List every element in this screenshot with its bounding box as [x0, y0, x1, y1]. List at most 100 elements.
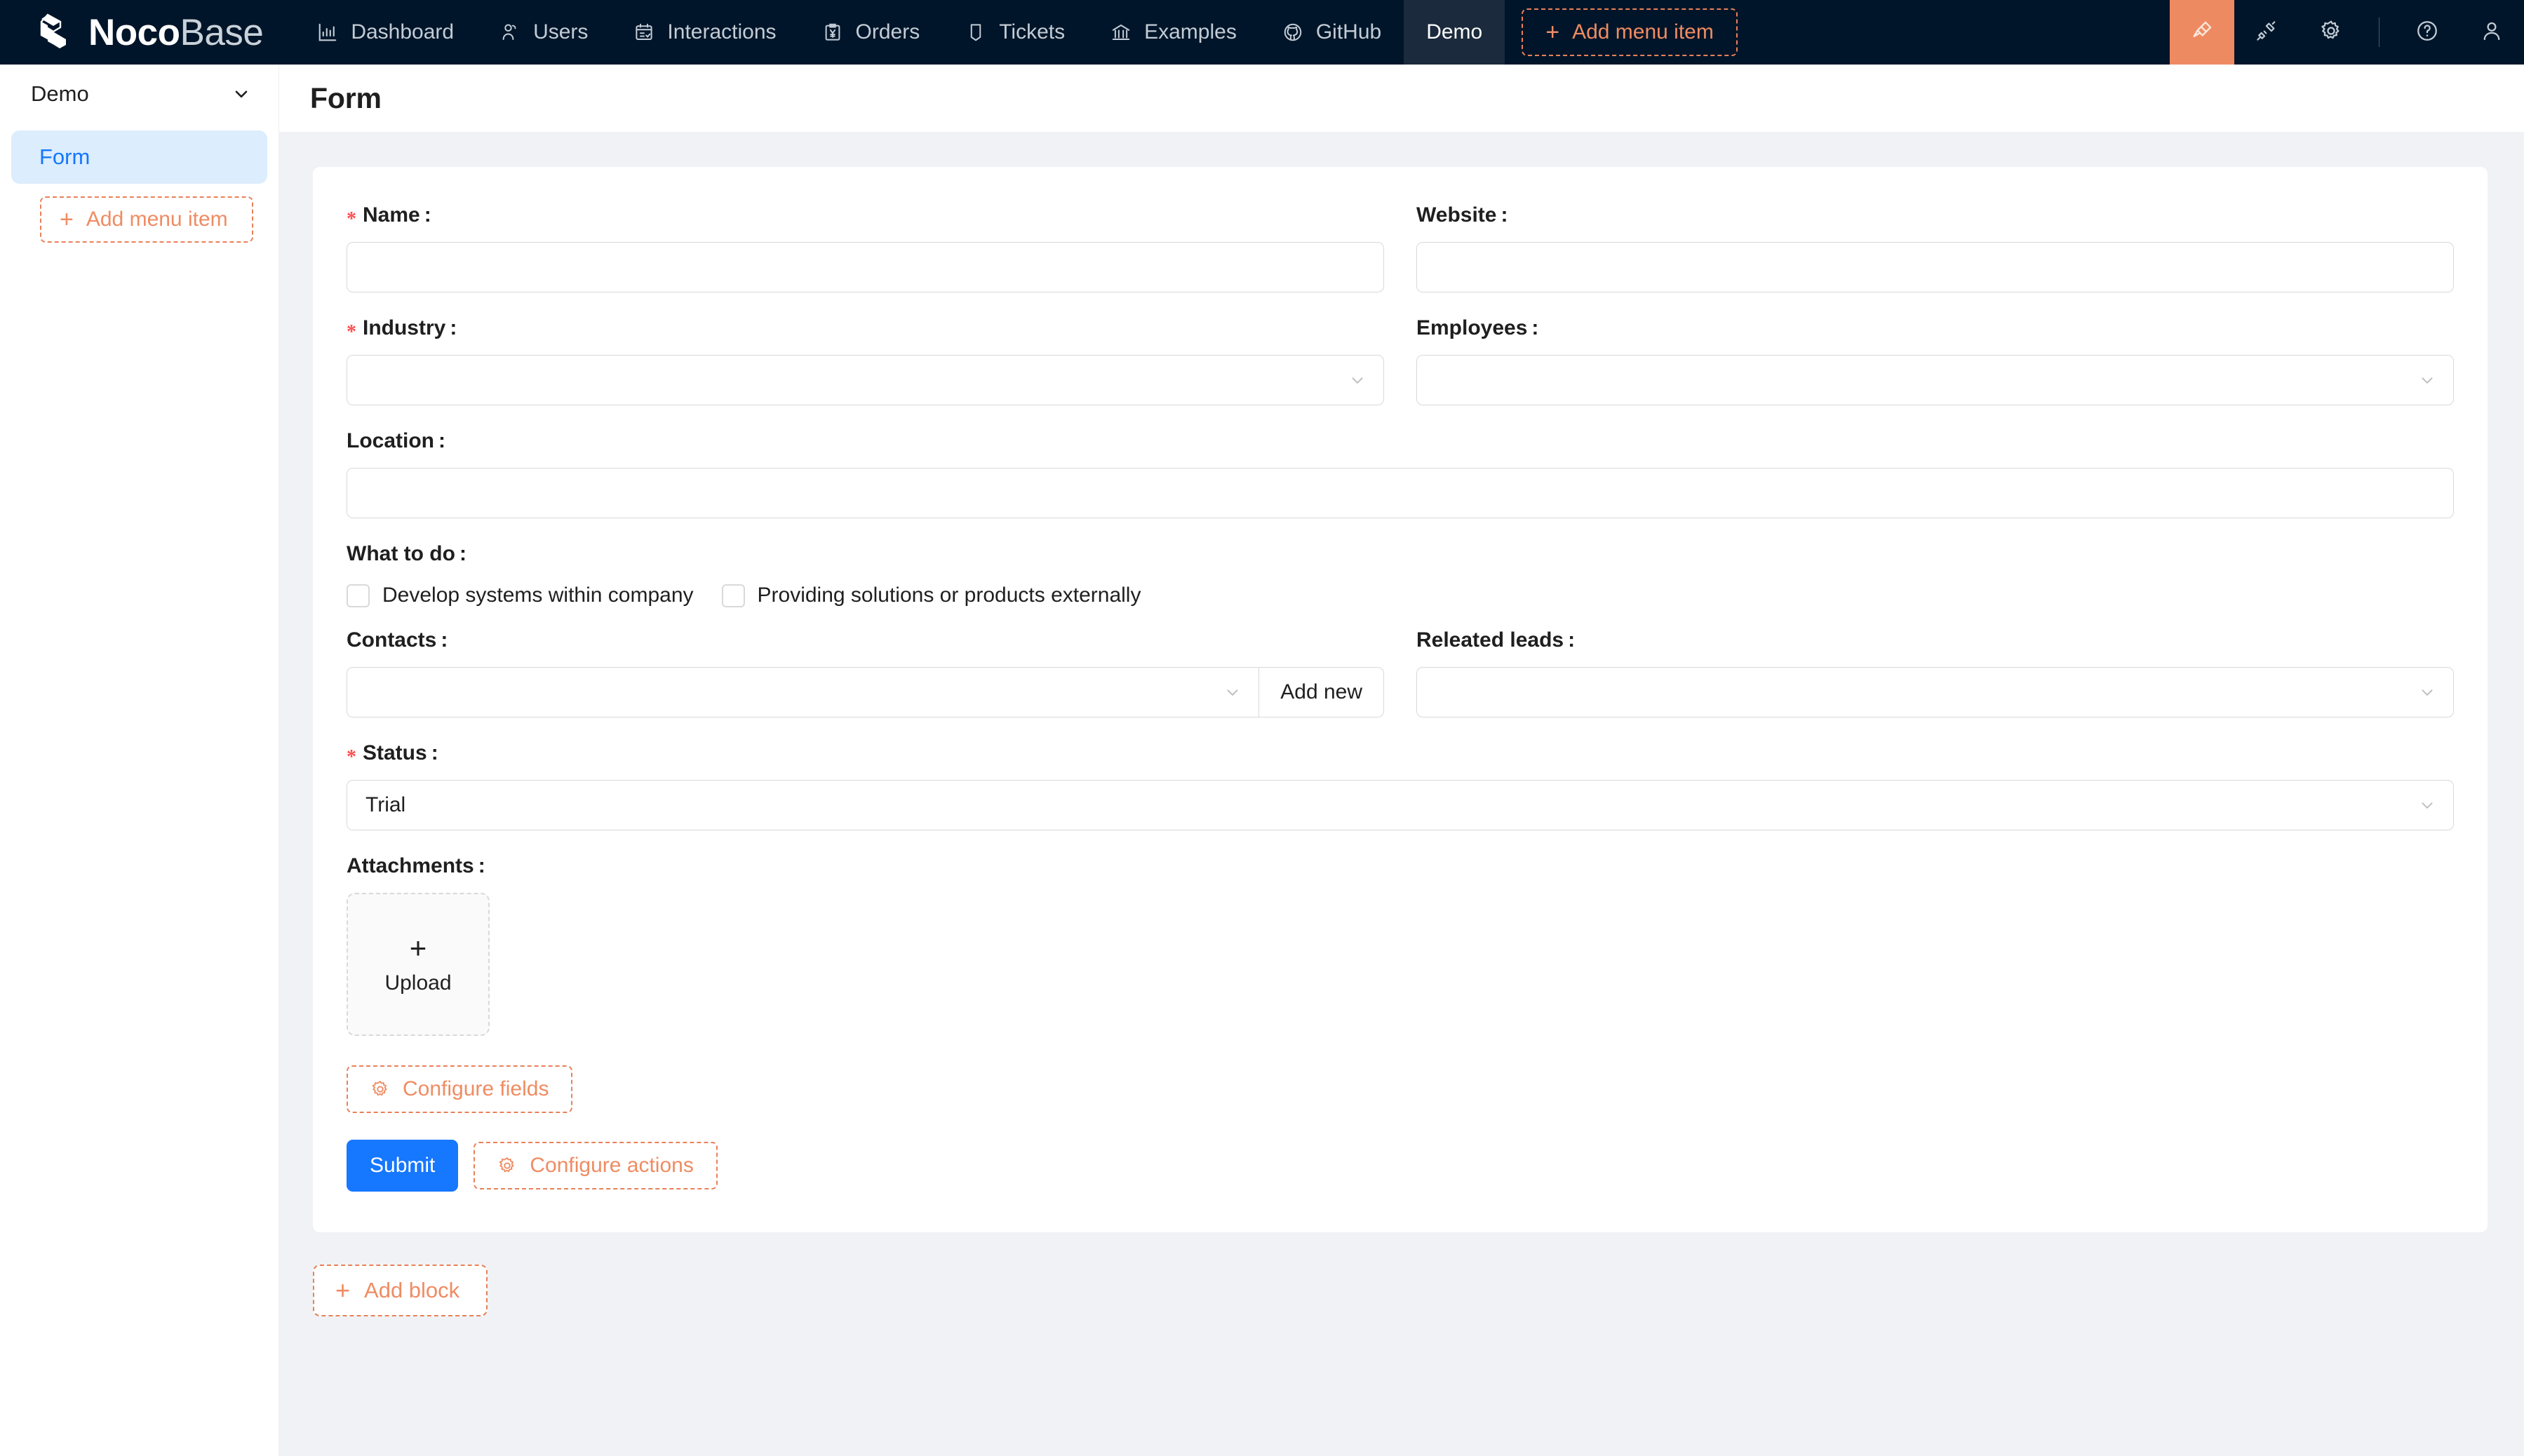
user-group-icon — [499, 21, 521, 43]
field-industry: * Industry: — [347, 316, 1384, 405]
upload-label: Upload — [384, 971, 452, 995]
industry-select[interactable] — [347, 355, 1384, 405]
settings-button[interactable] — [2299, 0, 2363, 65]
highlighter-icon — [2190, 19, 2214, 46]
field-location-label: Location: — [347, 429, 2454, 453]
field-releated-leads-label-text: Releated leads — [1416, 628, 1564, 652]
bar-chart-icon — [316, 21, 339, 43]
checkbox-label: Providing solutions or products external… — [757, 584, 1141, 607]
github-icon — [1282, 21, 1304, 43]
main-area: Form * Name: Website: * Industry: Emplo… — [279, 65, 2524, 1456]
add-menu-item-top-button[interactable]: + Add menu item — [1522, 8, 1738, 56]
releated-leads-select[interactable] — [1416, 667, 2454, 717]
location-input[interactable] — [347, 468, 2454, 518]
form-block: * Name: Website: * Industry: Employees … — [313, 167, 2488, 1232]
sidebar-item-label: Form — [39, 144, 90, 169]
checkbox-providing-solutions-externally[interactable]: Providing solutions or products external… — [721, 584, 1141, 607]
contacts-add-new-button[interactable]: Add new — [1258, 667, 1384, 717]
contacts-combo: Add new — [347, 667, 1384, 717]
configure-fields-wrap: Configure fields — [347, 1065, 2454, 1113]
sidebar-add-menu-item-button[interactable]: + Add menu item — [40, 196, 253, 243]
form-row-2: * Industry: Employees: — [347, 316, 2454, 429]
page-title: Form — [310, 81, 382, 114]
form-row-1: * Name: Website: — [347, 203, 2454, 316]
field-name: * Name: — [347, 203, 1384, 292]
checkbox-box[interactable] — [347, 584, 370, 607]
field-employees: Employees: — [1416, 316, 2454, 405]
topnav-label: Tickets — [999, 20, 1066, 43]
field-contacts: Contacts: Add new — [347, 628, 1384, 717]
ticket-icon — [965, 21, 987, 43]
field-status-label: * Status: — [347, 741, 2454, 768]
clipboard-yen-icon — [821, 21, 844, 43]
ui-editor-toggle-button[interactable] — [2170, 0, 2234, 65]
gear-icon — [2319, 19, 2343, 46]
sidebar-group-label: Demo — [31, 81, 89, 106]
calendar-check-icon — [633, 21, 655, 43]
top-bar: NocoBase Dashboard Users Interactions Or… — [0, 0, 2524, 65]
website-input[interactable] — [1416, 242, 2454, 292]
label-colon: : — [438, 429, 445, 452]
help-circle-icon — [2415, 19, 2439, 46]
name-input[interactable] — [347, 242, 1384, 292]
form-col-right-2: Employees: — [1416, 316, 2454, 429]
configure-fields-label: Configure fields — [403, 1077, 549, 1100]
user-account-button[interactable] — [2459, 0, 2524, 65]
topnav-item-interactions[interactable]: Interactions — [610, 0, 798, 65]
sidebar-group-demo[interactable]: Demo — [0, 65, 278, 123]
topnav-item-github[interactable]: GitHub — [1259, 0, 1404, 65]
gear-icon — [370, 1079, 390, 1099]
field-what-to-do: What to do: Develop systems within compa… — [347, 542, 2454, 607]
form-col-left-2: * Industry: — [347, 316, 1384, 429]
attachments-upload-dropzone[interactable]: + Upload — [347, 893, 490, 1036]
topnav-label: Users — [533, 20, 589, 43]
employees-select[interactable] — [1416, 355, 2454, 405]
label-colon: : — [478, 854, 485, 877]
contacts-select[interactable] — [347, 667, 1259, 717]
sidebar: Demo Form + Add menu item — [0, 65, 279, 1456]
form-col-left-1: * Name: — [347, 203, 1384, 316]
topnav-item-demo[interactable]: Demo — [1404, 0, 1505, 65]
status-select[interactable]: Trial — [347, 780, 2454, 830]
topnav-item-users[interactable]: Users — [476, 0, 610, 65]
topnav-label: Interactions — [667, 20, 777, 43]
field-industry-label-text: Industry — [363, 316, 446, 339]
checkbox-label: Develop systems within company — [382, 584, 694, 607]
topnav-item-examples[interactable]: Examples — [1087, 0, 1259, 65]
what-to-do-checkbox-group: Develop systems within company Providing… — [347, 581, 2454, 607]
plugin-manager-button[interactable] — [2234, 0, 2299, 65]
field-status-label-text: Status — [363, 741, 427, 764]
checkbox-box[interactable] — [721, 584, 745, 607]
field-status: * Status: Trial — [347, 741, 2454, 830]
configure-actions-label: Configure actions — [530, 1154, 694, 1177]
field-contacts-label: Contacts: — [347, 628, 1384, 652]
form-col-left-5: Contacts: Add new — [347, 628, 1384, 741]
bank-icon — [1110, 21, 1132, 43]
topnav-item-tickets[interactable]: Tickets — [942, 0, 1087, 65]
checkbox-develop-systems-within-company[interactable]: Develop systems within company — [347, 584, 694, 607]
label-colon: : — [1531, 316, 1539, 339]
field-what-to-do-label: What to do: — [347, 542, 2454, 566]
chevron-down-icon — [1223, 683, 1242, 701]
field-website-label: Website: — [1416, 203, 2454, 227]
field-employees-label: Employees: — [1416, 316, 2454, 340]
sidebar-item-form[interactable]: Form — [11, 130, 267, 184]
field-attachments-label: Attachments: — [347, 854, 2454, 878]
configure-actions-button[interactable]: Configure actions — [474, 1142, 718, 1189]
add-block-label: Add block — [364, 1278, 460, 1302]
field-attachments: Attachments: + Upload — [347, 854, 2454, 1036]
topnav-item-orders[interactable]: Orders — [799, 0, 943, 65]
field-releated-leads: Releated leads: — [1416, 628, 2454, 717]
topnav-item-dashboard[interactable]: Dashboard — [294, 0, 476, 65]
add-block-button[interactable]: + Add block — [313, 1265, 488, 1316]
submit-button[interactable]: Submit — [347, 1140, 459, 1192]
help-button[interactable] — [2395, 0, 2459, 65]
topnav-label: GitHub — [1315, 20, 1382, 43]
label-colon: : — [450, 316, 457, 339]
configure-fields-button[interactable]: Configure fields — [347, 1065, 573, 1113]
brand-logo-area[interactable]: NocoBase — [0, 0, 294, 65]
top-navigation: Dashboard Users Interactions Orders Tick… — [294, 0, 1505, 65]
form-col-right-1: Website: — [1416, 203, 2454, 316]
field-location-label-text: Location — [347, 429, 434, 452]
chevron-down-icon — [2418, 683, 2436, 701]
